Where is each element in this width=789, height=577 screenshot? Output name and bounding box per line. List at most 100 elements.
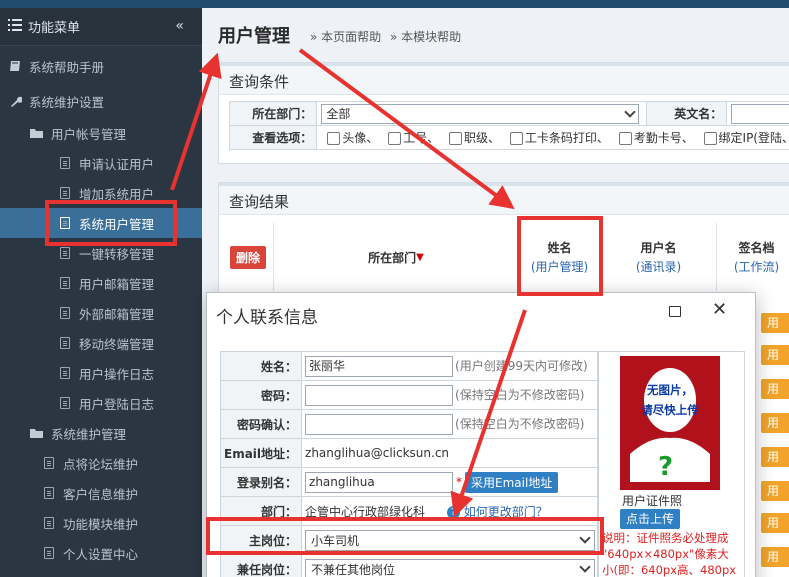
sidebar-item-label: 个人设置中心 [63,546,139,562]
photo-column: 无图片， 请尽快上传 ? 用户证件照 点击上传 说明：证件照务必处理成 "640… [597,351,745,577]
query-table: 所在部门： 全部 英文名： 查看选项： 头像、 工号、 职级、 工卡条码打印、 … [228,101,789,150]
highlight-main-post [206,517,604,555]
sidebar-item-label: 系统维护管理 [51,426,127,442]
row-action-tab[interactable]: 用 [761,313,789,333]
highlight-user-mgmt [45,200,177,246]
required-mark: * [456,474,463,489]
ename-label: 英文名： [646,101,728,126]
wrench-icon [8,94,22,108]
avatar-placeholder: 无图片， 请尽快上传 ? [620,356,720,490]
dialog-title: 个人联系信息 [216,308,318,328]
sidebar-item-personal[interactable]: 个人设置中心 [0,538,202,568]
sidebar-item-label: 移动终端管理 [79,336,155,352]
help-module-link[interactable]: » 本模块帮助 [390,28,461,45]
sidebar-item-label: 一键转移管理 [79,246,155,262]
sidebar-item-user-mail[interactable]: 用户邮箱管理 [0,268,202,298]
sidebar-item-system-settings[interactable]: 系统维护设置 [0,86,202,116]
query-panel: 查询条件 所在部门： 全部 英文名： 查看选项： 头像、 工号、 职级、 工卡条… [218,62,789,164]
sidebar-item-login-log[interactable]: 用户登陆日志 [0,388,202,418]
document-icon [42,486,56,500]
upload-button[interactable]: 点击上传 [620,509,680,529]
help-page-link[interactable]: » 本页面帮助 [310,28,381,45]
sidebar-title: 功能菜单 [28,21,81,36]
row-action-tab[interactable]: 用 [761,379,789,399]
alias-label: 登录别名： [219,467,303,497]
results-header-row: 删除 所在部门 ▼ 姓名 (用户管理) 用户名 (通讯录) 签名档 (工作流) [223,223,789,291]
question-mark-icon: ? [658,452,674,482]
document-icon [58,366,72,380]
row-action-tab[interactable]: 用 [761,513,789,533]
options-label: 查看选项： [228,125,318,150]
option-checkbox[interactable] [509,132,523,145]
sidebar-item-label: 用户操作日志 [79,366,155,382]
name-label: 姓名： [219,351,303,381]
book-icon [8,59,22,73]
row-action-tab[interactable]: 用 [761,547,789,567]
collapse-sidebar-icon[interactable]: « [175,18,184,34]
sidebar-item-external-mail[interactable]: 外部邮箱管理 [0,298,202,328]
email-label: Email地址： [219,438,303,468]
name-input[interactable]: 张丽华 [305,355,454,377]
option-checkbox[interactable] [703,132,717,145]
document-icon [58,276,72,290]
sort-desc-icon: ▼ [416,251,424,263]
col-signature[interactable]: 签名档 (工作流) [716,223,789,291]
photo-note: "640px×480px"像素大 [602,547,729,561]
sidebar-header: 功能菜单 « [0,8,202,46]
dept-select[interactable]: 全部 [321,103,640,124]
document-icon [42,546,56,560]
sidebar-item-label: 用户登陆日志 [79,396,155,412]
sidebar-item-label: 用户帐号管理 [51,126,127,142]
email-value: zhanglihua@clicksun.cn [301,438,600,468]
sidebar-item-modules[interactable]: 功能模块维护 [0,508,202,538]
delete-cell: 删除 [223,223,273,291]
option-checkbox[interactable] [327,132,341,145]
row-action-tab[interactable]: 用 [761,413,789,433]
row-action-tab[interactable]: 用 [761,447,789,467]
sidebar-item-account-mgmt[interactable]: 用户帐号管理 [0,118,202,148]
app-root: 功能菜单 « 系统帮助手册 系统维护设置 用户帐号管理 申请认证用户 增加系统用… [0,0,789,577]
option-checkbox[interactable] [618,132,632,145]
col-dept[interactable]: 所在部门 ▼ [273,223,518,291]
delete-button[interactable]: 删除 [229,245,266,269]
chevron-down-icon [624,105,636,118]
alias-input[interactable]: zhanglihua [305,471,454,493]
folder-open-icon [30,426,44,440]
maximize-icon[interactable] [669,306,681,317]
sidebar-item-help-manual[interactable]: 系统帮助手册 [0,51,202,81]
sidebar: 功能菜单 « 系统帮助手册 系统维护设置 用户帐号管理 申请认证用户 增加系统用… [0,8,202,577]
option-checkbox[interactable] [449,132,462,145]
sidebar-item-label: 外部邮箱管理 [79,306,155,322]
document-icon [58,396,72,410]
menu-list-icon [8,18,22,35]
row-action-tab[interactable]: 用 [761,481,789,501]
results-panel-title: 查询结果 [219,183,789,215]
ename-input[interactable] [731,103,789,124]
sidebar-item-label: 系统帮助手册 [29,59,105,75]
sidebar-item-system-maint[interactable]: 系统维护管理 [0,418,202,448]
document-icon [58,306,72,320]
password-confirm-input[interactable] [305,413,454,435]
folder-open-icon [30,126,44,140]
sidebar-item-mobile[interactable]: 移动终端管理 [0,328,202,358]
sidebar-item-customer[interactable]: 客户信息维护 [0,478,202,508]
sidebar-item-forum[interactable]: 点将论坛维护 [0,448,202,478]
password-hint: (保持空白为不修改密码) [455,387,585,402]
secondary-post-select[interactable]: 不兼任其他岗位 [305,558,596,577]
sidebar-item-label: 客户信息维护 [63,486,139,502]
photo-note: 小(即：640px高、480px [602,563,737,577]
name-hint: (用户创建99天内可修改) [455,358,588,373]
col-username[interactable]: 用户名 (通讯录) [600,223,716,291]
password-input[interactable] [305,384,454,406]
sidebar-item-label: 系统维护设置 [29,94,105,110]
query-panel-title: 查询条件 [219,63,789,95]
close-icon[interactable]: ✕ [712,299,727,320]
option-checkbox[interactable] [388,132,402,145]
row-action-tab[interactable]: 用 [761,345,789,365]
sidebar-item-apply-auth[interactable]: 申请认证用户 [0,148,202,178]
use-email-button[interactable]: 采用Email地址 [465,471,559,493]
password-label: 密码： [219,380,303,410]
sidebar-item-op-log[interactable]: 用户操作日志 [0,358,202,388]
no-photo-text: 无图片， 请尽快上传 [641,383,699,417]
sidebar-item-label: 功能模块维护 [63,516,139,532]
